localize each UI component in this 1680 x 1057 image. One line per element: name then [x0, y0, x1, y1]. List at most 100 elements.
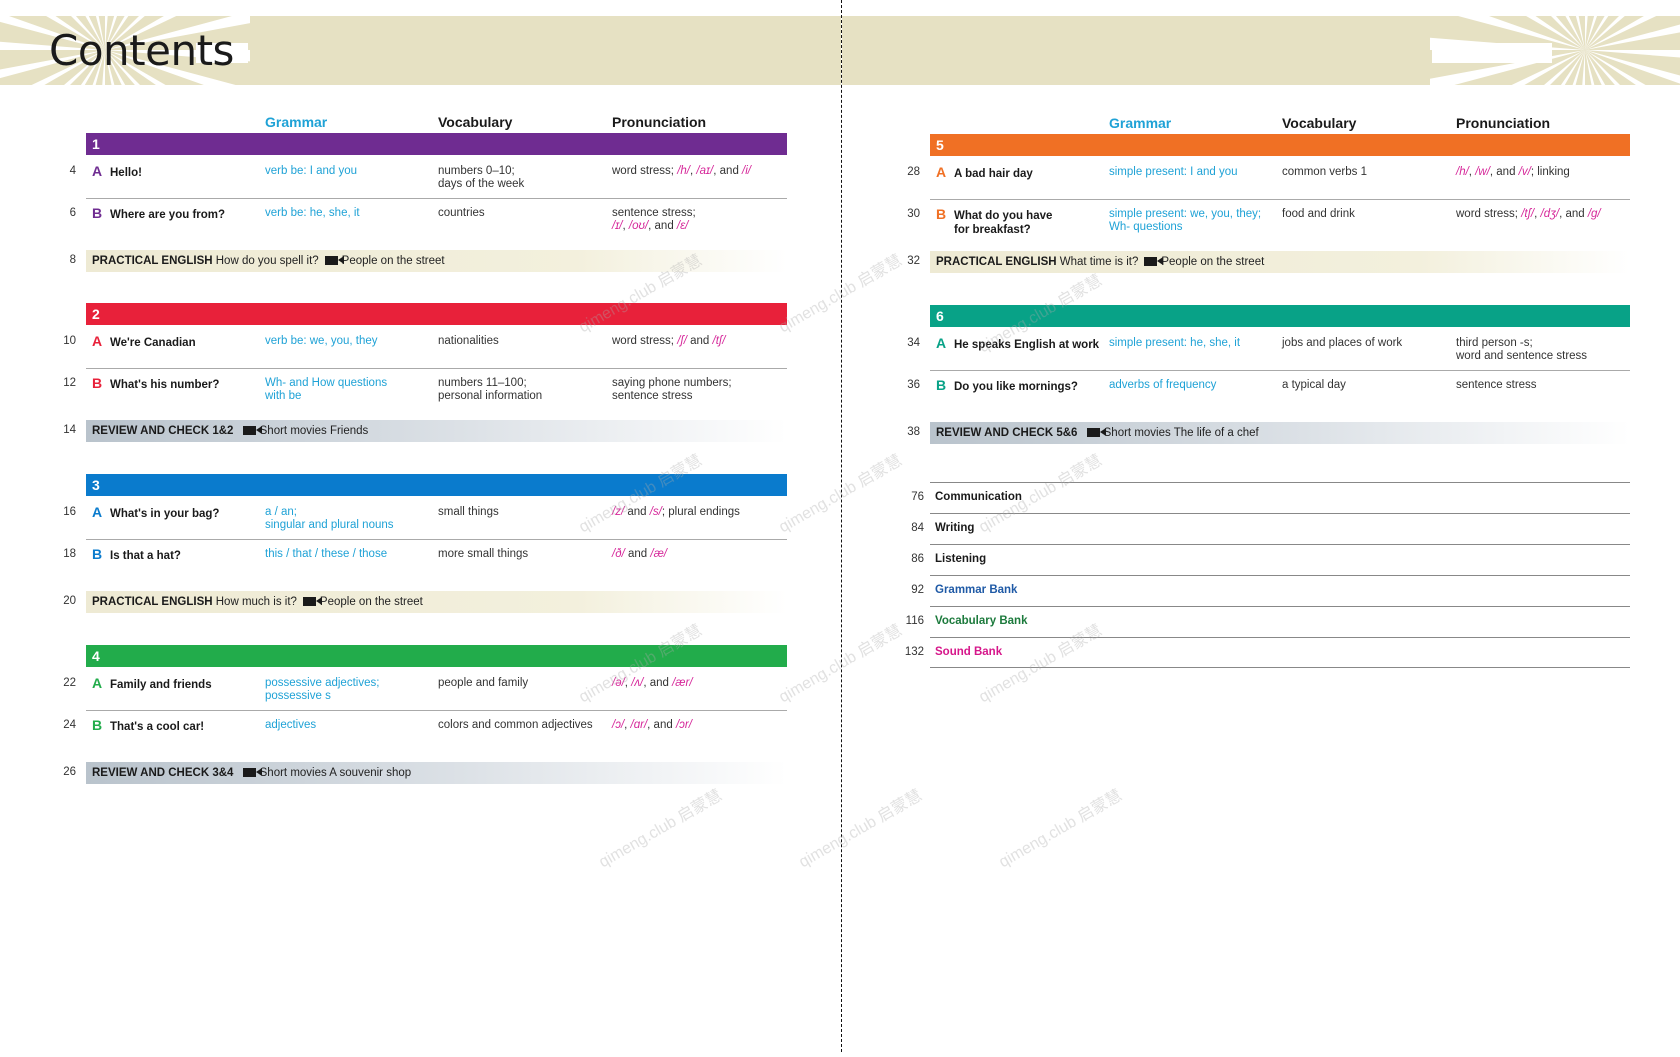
extras-page-number: 116: [905, 615, 924, 627]
ipa-symbol: /ʌ/: [631, 677, 644, 689]
lesson-grammar: verb be: we, you, they: [265, 335, 378, 347]
lesson-pronunciation: sentence stress;/ɪ/, /oʊ/, and /ɛ/: [612, 207, 696, 232]
lesson-vocabulary: people and family: [438, 677, 529, 689]
lesson-pronunciation: word stress; /tʃ/, /dʒ/, and /g/: [1456, 208, 1601, 220]
lesson-grammar: possessive adjectives; possessive s: [265, 677, 380, 702]
video-camera-icon: [242, 426, 262, 435]
lesson-title: Family and friends: [110, 679, 212, 691]
ipa-symbol: /g/: [1587, 208, 1601, 220]
lesson-pronunciation: /ɔ/, /ɑr/, and /ɔr/: [612, 719, 692, 731]
extras-item[interactable]: Grammar Bank: [935, 584, 1017, 596]
ipa-symbol: /v/: [1518, 166, 1531, 178]
unit-4-header: 4: [86, 645, 787, 667]
lesson-vocabulary: nationalities: [438, 335, 499, 347]
extras-item[interactable]: Communication: [935, 491, 1022, 503]
band-video: Short movies Friends: [259, 425, 369, 437]
lesson-title: Hello!: [110, 167, 142, 179]
watermark-text: qimeng.club 启蒙慧: [796, 787, 925, 872]
review-check-band[interactable]: REVIEW AND CHECK 5&6 Short movies The li…: [930, 422, 1630, 444]
watermark-text: qimeng.club 启蒙慧: [776, 252, 905, 337]
lesson-letter: A: [92, 675, 103, 691]
extras-separator: [930, 667, 1630, 668]
lesson-letter: B: [92, 546, 103, 562]
extras-separator: [930, 575, 1630, 576]
band-video: People on the street: [341, 255, 445, 267]
lesson-letter: A: [936, 164, 947, 180]
band-page-number: 32: [907, 255, 920, 267]
row-separator: [930, 199, 1630, 200]
lesson-title: What's his number?: [110, 379, 220, 391]
row-separator: [86, 539, 787, 540]
lesson-letter: A: [92, 333, 103, 349]
band-type: REVIEW AND CHECK 3&4: [92, 767, 234, 779]
lesson-pronunciation: sentence stress: [1456, 379, 1537, 391]
ipa-symbol: /ɔr/: [675, 719, 692, 731]
band-text: How much is it?: [215, 596, 297, 608]
practical-english-band[interactable]: PRACTICAL ENGLISH How do you spell it? Pe…: [86, 250, 787, 272]
ipa-symbol: /dʒ/: [1540, 208, 1560, 220]
lesson-letter: B: [92, 717, 103, 733]
band-page-number: 26: [63, 766, 76, 778]
ipa-symbol: /s/: [649, 506, 662, 518]
band-page-number: 8: [69, 254, 76, 266]
column-header-pronunciation: Pronunciation: [612, 114, 707, 130]
sunburst-ray: [1585, 24, 1680, 50]
extras-item[interactable]: Writing: [935, 522, 974, 534]
extras-separator: [930, 482, 1630, 483]
lesson-title: Do you like mornings?: [954, 381, 1078, 393]
lesson-letter: A: [92, 504, 103, 520]
lesson-title: That's a cool car!: [110, 721, 205, 733]
column-header-vocabulary-right: Vocabulary: [1282, 115, 1357, 131]
band-text: What time is it?: [1059, 256, 1139, 268]
band-type: REVIEW AND CHECK 5&6: [936, 427, 1078, 439]
review-check-band[interactable]: REVIEW AND CHECK 3&4 Short movies A souv…: [86, 762, 787, 784]
lesson-grammar: verb be: he, she, it: [265, 207, 360, 219]
ipa-symbol: /tʃ/: [712, 335, 726, 347]
ipa-symbol: /oʊ/: [628, 220, 649, 232]
lesson-grammar: this / that / these / those: [265, 548, 388, 560]
lesson-pronunciation: /ə/, /ʌ/, and /ær/: [612, 677, 693, 689]
unit-number: 6: [936, 308, 944, 324]
sunburst-ray: [1585, 50, 1680, 58]
review-check-band[interactable]: REVIEW AND CHECK 1&2 Short movies Friend…: [86, 420, 787, 442]
band-type: PRACTICAL ENGLISH: [936, 256, 1057, 268]
ipa-symbol: /ær/: [672, 677, 693, 689]
ipa-symbol: /i/: [742, 165, 751, 177]
lesson-grammar: verb be: I and you: [265, 165, 358, 177]
practical-english-band[interactable]: PRACTICAL ENGLISH What time is it? People…: [930, 251, 1630, 273]
unit-number: 5: [936, 137, 944, 153]
lesson-vocabulary: small things: [438, 506, 499, 518]
lesson-title: Where are you from?: [110, 209, 226, 221]
lesson-title: What do you have for breakfast?: [954, 210, 1053, 236]
extras-item[interactable]: Listening: [935, 553, 986, 565]
extras-item[interactable]: Vocabulary Bank: [935, 615, 1027, 627]
video-camera-icon: [302, 597, 322, 606]
band-type: PRACTICAL ENGLISH: [92, 596, 213, 608]
ipa-symbol: /h/: [1456, 166, 1469, 178]
lesson-vocabulary: numbers 0–10; days of the week: [438, 165, 525, 190]
row-separator: [930, 370, 1630, 371]
lesson-vocabulary: more small things: [438, 548, 529, 560]
lesson-vocabulary: colors and common adjectives: [438, 719, 593, 731]
unit-number: 1: [92, 136, 100, 152]
band-page-number: 20: [63, 595, 76, 607]
video-camera-icon: [1086, 428, 1106, 437]
lesson-grammar: adverbs of frequency: [1109, 379, 1217, 391]
unit-number: 3: [92, 477, 100, 493]
band-video: Short movies The life of a chef: [1103, 427, 1259, 439]
unit-number: 2: [92, 306, 100, 322]
lesson-pronunciation: /h/, /w/, and /v/; linking: [1456, 166, 1570, 178]
ipa-symbol: /tʃ/: [1521, 208, 1535, 220]
row-separator: [86, 368, 787, 369]
extras-separator: [930, 606, 1630, 607]
extras-page-number: 76: [911, 491, 924, 503]
lesson-page-number: 28: [907, 166, 920, 178]
lesson-page-number: 24: [63, 719, 76, 731]
video-camera-icon: [1144, 257, 1164, 266]
column-header-grammar-right: Grammar: [1109, 115, 1172, 131]
row-separator: [86, 710, 787, 711]
lesson-page-number: 16: [63, 506, 76, 518]
lesson-letter: B: [92, 375, 103, 391]
extras-item[interactable]: Sound Bank: [935, 646, 1002, 658]
practical-english-band[interactable]: PRACTICAL ENGLISH How much is it? People …: [86, 591, 787, 613]
